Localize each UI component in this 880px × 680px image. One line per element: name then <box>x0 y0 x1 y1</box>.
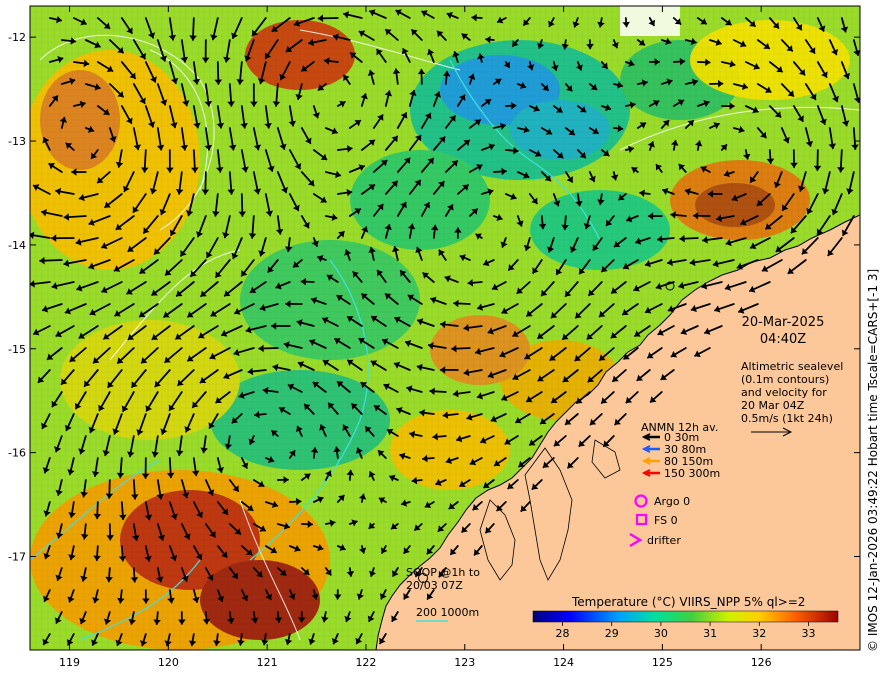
credit-text: © IMOS 12-Jan-2026 03:49:22 Hobart time … <box>866 268 880 652</box>
altimetry-line: 0.5m/s (1kt 24h) <box>741 412 833 425</box>
colorbar-tick-label: 32 <box>752 627 766 640</box>
y-tick-label: -16 <box>8 447 26 460</box>
x-tick-label: 123 <box>454 656 475 669</box>
y-tick-label: -17 <box>8 551 26 564</box>
y-tick-label: -15 <box>8 343 26 356</box>
y-tick-label: -14 <box>8 239 26 252</box>
x-tick-label: 125 <box>652 656 673 669</box>
colorbar-tick-label: 30 <box>654 627 668 640</box>
colorbar-title: Temperature (°C) VIIRS_NPP 5% ql>=2 <box>572 595 806 609</box>
altimetry-line: and velocity for <box>741 386 827 399</box>
bathymetry-label: 200 1000m <box>416 606 480 619</box>
x-tick-label: 126 <box>751 656 772 669</box>
altimetry-line: (0.1m contours) <box>741 373 830 386</box>
date-time: 04:40Z <box>759 332 807 347</box>
anmn-legend-item: 150 300m <box>664 467 721 480</box>
soop-label-line2: 20/03 07Z <box>406 579 463 592</box>
date-label: 20-Mar-2025 04:40Z <box>735 314 831 348</box>
x-tick-label: 122 <box>355 656 376 669</box>
colorbar-tick-label: 31 <box>703 627 717 640</box>
x-tick-label: 119 <box>59 656 80 669</box>
colorbar-tick-label: 29 <box>605 627 619 640</box>
colorbar <box>532 610 839 623</box>
y-tick-label: -12 <box>8 31 26 44</box>
x-tick-label: 121 <box>257 656 278 669</box>
x-tick-label: 124 <box>553 656 574 669</box>
argo-label: Argo 0 <box>654 495 691 508</box>
colorbar-tick-label: 33 <box>801 627 815 640</box>
colorbar-tick-label: 28 <box>556 627 570 640</box>
altimetry-line: Altimetric sealevel <box>741 360 844 373</box>
soop-label-line1: SOOP @1h to <box>406 566 480 579</box>
y-tick-label: -13 <box>8 135 26 148</box>
x-tick-label: 120 <box>158 656 179 669</box>
altimetry-line: 20 Mar 04Z <box>741 399 805 412</box>
fs-label: FS 0 <box>654 514 678 527</box>
drifter-label: drifter <box>647 534 681 547</box>
altimetry-note: Altimetric sealevel (0.1m contours) and … <box>741 360 843 425</box>
date-day: 20-Mar-2025 <box>741 315 825 330</box>
